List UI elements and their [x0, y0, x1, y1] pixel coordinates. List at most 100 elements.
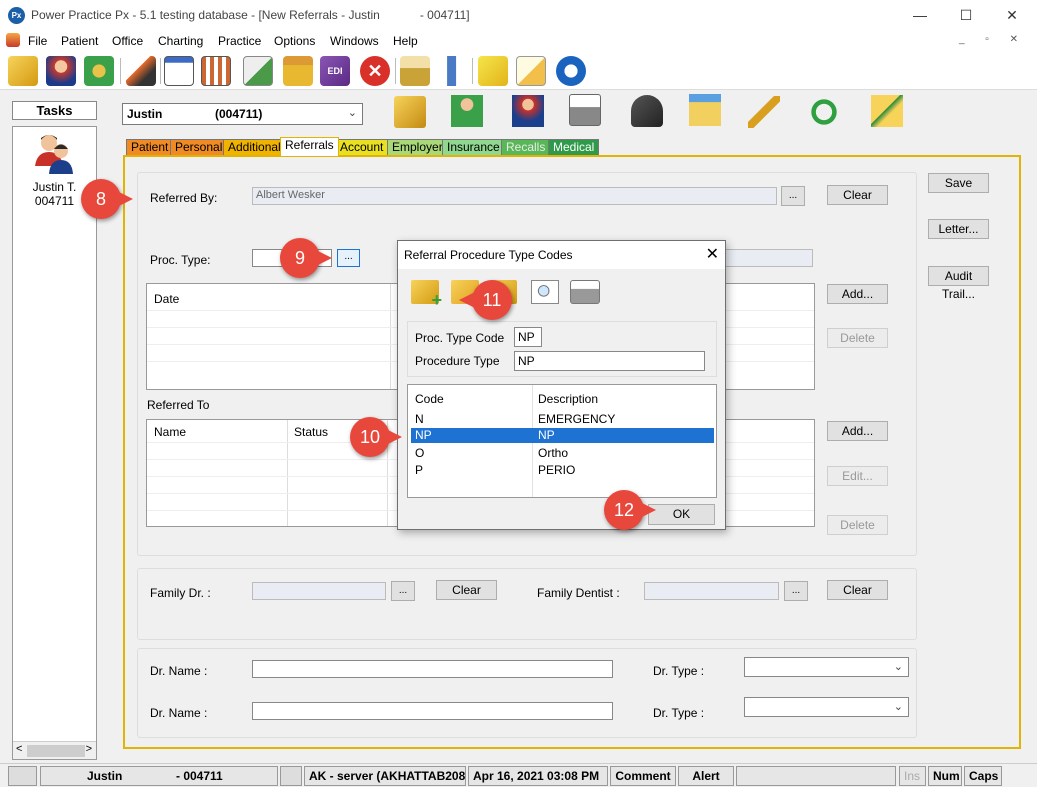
patient-dropdown-id: (004711) — [215, 107, 263, 121]
family-group — [137, 568, 917, 640]
patient-dropdown[interactable]: Justin (004711) ⌄ — [122, 103, 363, 125]
family-dr-clear-button[interactable]: Clear — [436, 580, 497, 600]
callout-8: 8 — [81, 179, 133, 219]
document-icon[interactable] — [400, 56, 430, 86]
dr-name-field-1[interactable] — [252, 660, 613, 678]
dr-name-label-1: Dr. Name : — [150, 664, 208, 678]
mdi-controls[interactable]: _ ▫ ✕ — [959, 34, 1027, 45]
scroll-thumb[interactable] — [27, 745, 85, 757]
new-folder-icon[interactable]: + — [411, 280, 442, 309]
table-row-selected[interactable]: NP NP — [411, 428, 714, 443]
patients-icon[interactable] — [46, 56, 76, 86]
wrench-icon[interactable] — [748, 96, 780, 128]
toolbar-separator — [472, 58, 473, 84]
open-folder-icon[interactable] — [394, 96, 426, 128]
tab-personal[interactable]: Personal — [170, 139, 228, 156]
app-menu-icon[interactable] — [6, 33, 20, 47]
row-code: NP — [415, 428, 432, 442]
family-dentist-browse-button[interactable]: ... — [784, 581, 808, 601]
menu-charting[interactable]: Charting — [158, 34, 203, 48]
edi-icon[interactable]: EDI — [320, 56, 350, 86]
proc-delete-button[interactable]: Delete — [827, 328, 888, 348]
tab-insurance[interactable]: Insurance — [442, 139, 505, 156]
open-folder-icon[interactable] — [8, 56, 38, 86]
minimize-icon[interactable]: — — [897, 0, 943, 31]
clipboard-chart-icon[interactable] — [243, 56, 273, 86]
refresh-icon[interactable] — [808, 96, 840, 128]
proc-type-browse-button[interactable]: ... — [337, 249, 360, 267]
transfer-icon[interactable] — [84, 56, 114, 86]
table-row[interactable]: N EMERGENCY — [408, 411, 716, 427]
tab-referrals[interactable]: Referrals — [280, 137, 339, 156]
dr-type-select-1[interactable]: ⌄ — [744, 657, 909, 677]
contact-icon[interactable] — [631, 95, 663, 127]
referred-to-add-button[interactable]: Add... — [827, 421, 888, 441]
tab-employer[interactable]: Employer — [387, 139, 448, 156]
person-icon[interactable] — [451, 95, 483, 127]
proc-type-code-label: Proc. Type Code — [415, 331, 505, 345]
gift-box-icon[interactable] — [283, 56, 313, 86]
cancel-icon[interactable]: ✕ — [360, 56, 390, 86]
callout-number: 8 — [95, 189, 106, 209]
tab-recalls[interactable]: Recalls — [501, 139, 551, 156]
referred-to-name-header: Name — [154, 425, 187, 439]
menu-patient[interactable]: Patient — [61, 34, 98, 48]
referred-by-clear-button[interactable]: Clear — [827, 185, 888, 205]
dialog-close-icon[interactable]: ✕ — [706, 241, 719, 269]
family-dr-field[interactable] — [252, 582, 386, 600]
search-icon[interactable] — [531, 280, 559, 304]
scroll-left-icon[interactable]: < — [16, 743, 22, 755]
menu-help[interactable]: Help — [393, 34, 418, 48]
family-dentist-field[interactable] — [644, 582, 779, 600]
edit-pencil-icon[interactable] — [126, 56, 156, 86]
menu-practice[interactable]: Practice — [218, 34, 261, 48]
proc-codes-list[interactable]: Code Description N EMERGENCY NP NP O Ort… — [407, 384, 717, 498]
tab-account[interactable]: Account — [335, 139, 389, 156]
menu-office[interactable]: Office — [112, 34, 143, 48]
note-pad-icon[interactable] — [516, 56, 546, 86]
proc-add-button[interactable]: Add... — [827, 284, 888, 304]
letter-button[interactable]: Letter... — [928, 219, 989, 239]
audit-trail-button[interactable]: Audit Trail... — [928, 266, 989, 301]
procedure-type-field[interactable]: NP — [514, 351, 705, 371]
book-icon[interactable] — [164, 56, 194, 86]
info-icon[interactable] — [556, 56, 586, 86]
tab-medical[interactable]: Medical — [548, 139, 600, 156]
calendar-icon[interactable] — [201, 56, 231, 86]
status-caps: Caps — [964, 766, 1002, 786]
proc-type-code-field[interactable]: NP — [514, 327, 542, 347]
dr-type-select-2[interactable]: ⌄ — [744, 697, 909, 717]
referred-by-field[interactable]: Albert Wesker — [252, 187, 777, 205]
status-alert[interactable]: Alert — [678, 766, 734, 786]
tasks-scrollbar[interactable]: < > — [13, 741, 96, 759]
referred-by-browse-button[interactable]: ... — [781, 186, 805, 206]
print-alert-icon[interactable] — [569, 94, 601, 126]
notes-icon[interactable] — [478, 56, 508, 86]
tab-additional[interactable]: Additional — [223, 139, 286, 156]
family-dr-browse-button[interactable]: ... — [391, 581, 415, 601]
referred-to-edit-button[interactable]: Edit... — [827, 466, 888, 486]
menu-windows[interactable]: Windows — [330, 34, 379, 48]
folder-transfer-icon[interactable] — [871, 95, 903, 127]
menu-file[interactable]: File — [28, 34, 47, 48]
family-icon[interactable] — [512, 95, 544, 127]
folder-chart-icon[interactable] — [689, 94, 721, 126]
dr-name-label-2: Dr. Name : — [150, 706, 208, 720]
close-window-icon[interactable]: ✕ — [989, 0, 1035, 31]
medicine-icon[interactable] — [438, 56, 468, 86]
save-button[interactable]: Save — [928, 173, 989, 193]
menu-options[interactable]: Options — [274, 34, 315, 48]
print-icon[interactable] — [570, 280, 600, 304]
maximize-icon[interactable]: ☐ — [943, 0, 989, 31]
camera-icon[interactable] — [8, 766, 37, 786]
table-row[interactable]: P PERIO — [408, 462, 716, 478]
scroll-right-icon[interactable]: > — [86, 743, 92, 755]
family-dentist-clear-button[interactable]: Clear — [827, 580, 888, 600]
dr-name-field-2[interactable] — [252, 702, 613, 720]
referred-to-delete-button[interactable]: Delete — [827, 515, 888, 535]
status-comment[interactable]: Comment — [610, 766, 676, 786]
tab-patient[interactable]: Patient — [126, 139, 174, 156]
table-row[interactable]: O Ortho — [408, 445, 716, 461]
patient-avatar-icon[interactable] — [34, 132, 74, 174]
ok-button[interactable]: OK — [648, 504, 715, 525]
